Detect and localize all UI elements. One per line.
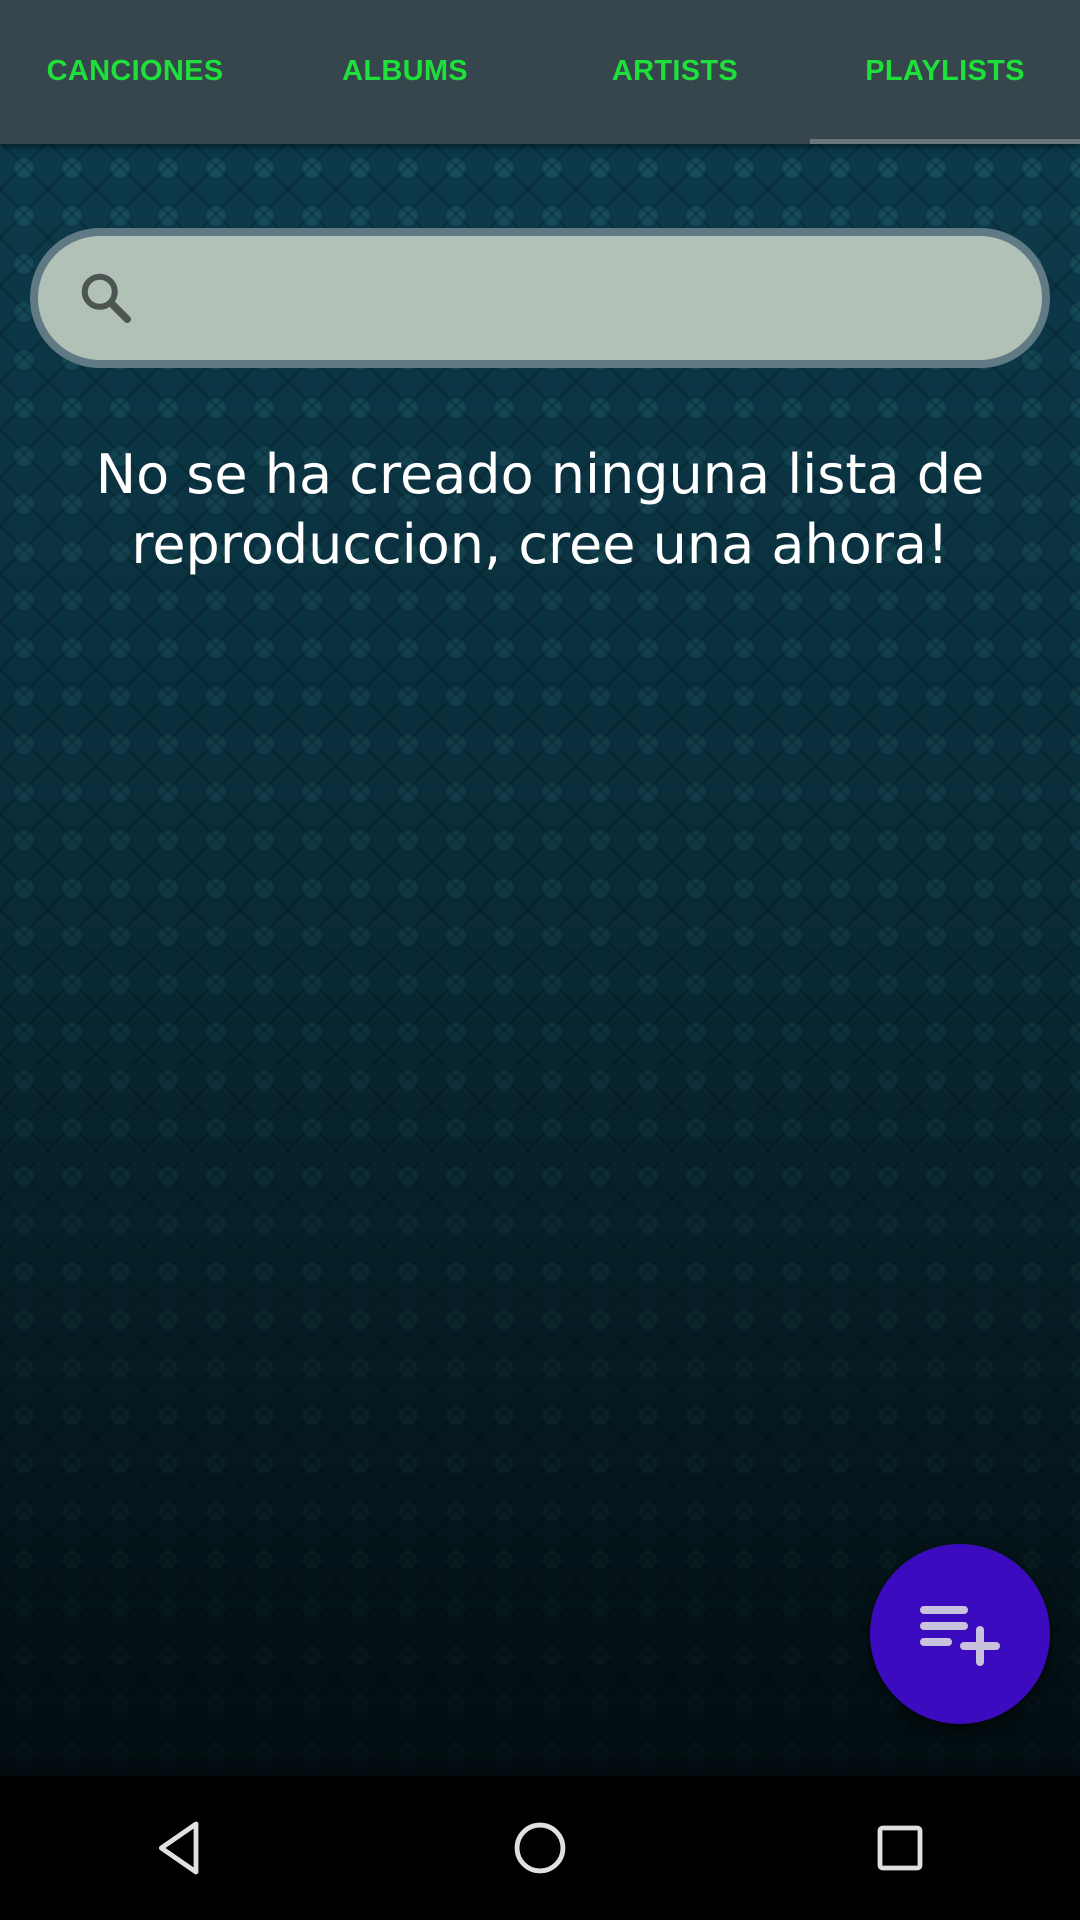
tab-bar: CANCIONES ALBUMS ARTISTS PLAYLISTS [0,0,1080,144]
screen: CANCIONES ALBUMS ARTISTS PLAYLISTS No se… [0,0,1080,1920]
home-button[interactable] [480,1788,600,1908]
search-bar[interactable] [30,228,1050,368]
tab-playlists[interactable]: PLAYLISTS [810,0,1080,144]
search-icon [81,273,131,323]
tab-label: PLAYLISTS [865,54,1025,87]
tab-artists[interactable]: ARTISTS [540,0,810,144]
back-button[interactable] [120,1788,240,1908]
playlist-add-icon [920,1606,1000,1666]
home-icon [514,1822,566,1874]
search-input[interactable] [136,236,1042,360]
tab-canciones[interactable]: CANCIONES [0,0,270,144]
tab-indicator [810,139,1080,144]
tab-label: CANCIONES [46,54,224,87]
tab-label: ARTISTS [611,54,739,87]
back-icon [158,1821,199,1875]
empty-playlists-message: No se ha creado ninguna lista de reprodu… [95,443,985,576]
playlists-content: No se ha creado ninguna lista de reprodu… [0,144,1080,1776]
system-navigation-bar [0,1776,1080,1920]
tab-albums[interactable]: ALBUMS [270,0,540,144]
recents-button[interactable] [840,1788,960,1908]
recents-icon [877,1825,923,1871]
tab-label: ALBUMS [342,54,468,87]
add-playlist-button[interactable] [870,1544,1050,1724]
